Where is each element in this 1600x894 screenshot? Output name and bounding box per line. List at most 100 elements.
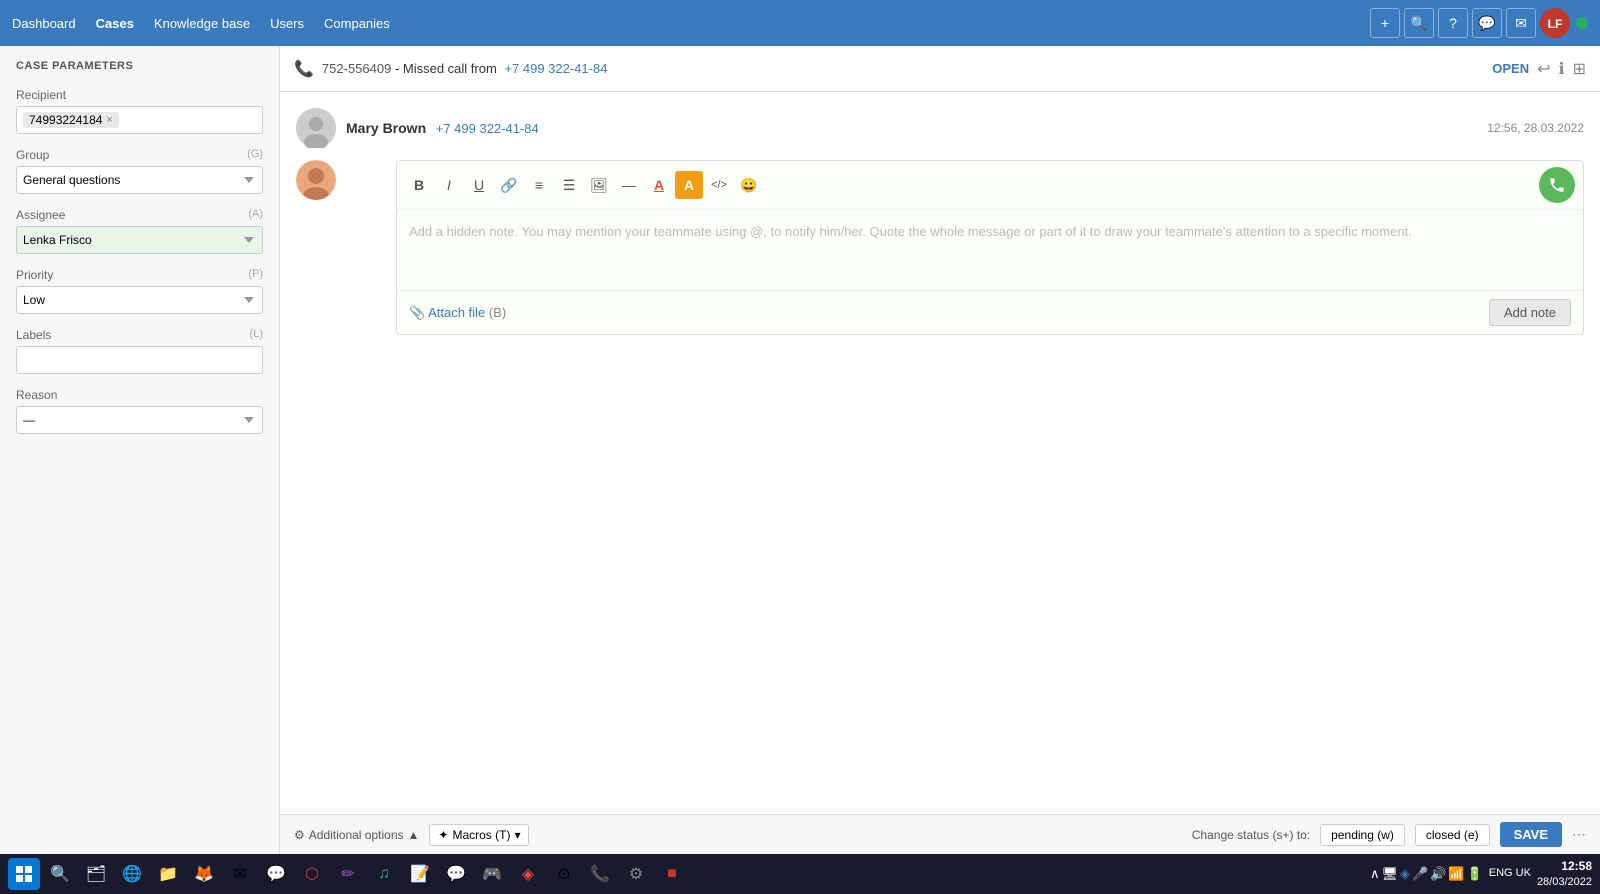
unordered-list-button[interactable]: ☰ [555, 171, 583, 199]
tray-icons: ∧ 🖥 ◈ 🎤 🔊 📶 🔋 [1370, 866, 1483, 882]
history-icon[interactable]: ↩ [1537, 59, 1550, 79]
taskbar: 🔍 🗂 🌐 📁 🦊 ✉ 💬 ⬡ ✏ ♫ 📝 💬 🎮 ◈ ⊙ 📞 ⚙ ■ ∧ 🖥 … [0, 854, 1600, 894]
recipient-label: Recipient [16, 88, 263, 102]
taskbar-slack-button[interactable]: 💬 [260, 858, 292, 890]
closed-status-button[interactable]: closed (e) [1415, 824, 1490, 846]
status-dot [1576, 17, 1588, 29]
start-button[interactable] [8, 858, 40, 890]
priority-select[interactable]: Low [16, 286, 263, 314]
tray-up-arrow[interactable]: ∧ [1370, 866, 1380, 882]
italic-button[interactable]: I [435, 171, 463, 199]
sender-avatar [296, 108, 336, 148]
assignee-field: Assignee (A) Lenka Frisco [16, 208, 263, 254]
nav-knowledge-base[interactable]: Knowledge base [154, 16, 250, 31]
sender-info: Mary Brown +7 499 322-41-84 [346, 120, 539, 136]
taskbar-gaming-button[interactable]: 🎮 [476, 858, 508, 890]
taskbar-firefox-button[interactable]: 🦊 [188, 858, 220, 890]
case-area: 📞 752-556409 - Missed call from +7 499 3… [280, 46, 1600, 854]
case-header-actions: ↩ ℹ ⊞ [1537, 59, 1586, 79]
search-button[interactable]: 🔍 [1404, 8, 1434, 38]
tray-dropbox-icon[interactable]: ◈ [1400, 866, 1410, 882]
attach-file-link[interactable]: Attach file [428, 305, 485, 320]
macros-dropdown[interactable]: ✦ Macros (T) ▾ [429, 824, 529, 846]
taskbar-files-button[interactable]: 🗂 [80, 858, 112, 890]
group-field: Group (G) General questions [16, 148, 263, 194]
clock-display: 12:58 28/03/2022 [1537, 859, 1592, 889]
call-button[interactable] [1539, 167, 1575, 203]
tray-network-icon[interactable]: 🖥 [1381, 866, 1398, 882]
macros-icon: ✦ [438, 828, 448, 842]
chat-button[interactable]: 💬 [1472, 8, 1502, 38]
save-options-icon[interactable]: ⋯ [1572, 826, 1586, 843]
bg-color-button[interactable]: A [675, 171, 703, 199]
labels-input[interactable] [16, 346, 263, 374]
locale-display: ENG UK [1489, 866, 1531, 881]
nav-dashboard[interactable]: Dashboard [12, 16, 76, 31]
assignee-select[interactable]: Lenka Frisco [16, 226, 263, 254]
topnav: Dashboard Cases Knowledge base Users Com… [0, 0, 1600, 46]
taskbar-tray: ∧ 🖥 ◈ 🎤 🔊 📶 🔋 ENG UK 12:58 28/03/2022 [1370, 859, 1592, 889]
group-label: Group (G) [16, 148, 263, 162]
ordered-list-button[interactable]: ≡ [525, 171, 553, 199]
avatar[interactable]: LF [1540, 8, 1570, 38]
taskbar-messenger-button[interactable]: 💬 [440, 858, 472, 890]
taskbar-figma-button[interactable]: ◈ [512, 858, 544, 890]
expand-icon[interactable]: ⊞ [1573, 59, 1586, 79]
tray-mic-icon[interactable]: 🎤 [1412, 866, 1428, 882]
code-button[interactable]: </> [705, 171, 733, 199]
info-icon[interactable]: ℹ [1559, 59, 1565, 79]
recipient-tag-remove[interactable]: × [106, 114, 112, 126]
taskbar-search-button[interactable]: 🔍 [44, 858, 76, 890]
case-header-info: 752-556409 - Missed call from +7 499 322… [322, 61, 1484, 76]
tray-wifi-icon[interactable]: 📶 [1448, 866, 1464, 882]
font-color-button[interactable]: A [645, 171, 673, 199]
nav-companies[interactable]: Companies [324, 16, 390, 31]
help-button[interactable]: ? [1438, 8, 1468, 38]
case-header: 📞 752-556409 - Missed call from +7 499 3… [280, 46, 1600, 92]
note-editor-row: B I U 🔗 ≡ ☰ 🖼 — A A </> 😀 [296, 160, 1584, 335]
recipient-input[interactable]: 74993224184 × [16, 106, 263, 134]
note-toolbar: B I U 🔗 ≡ ☰ 🖼 — A A </> 😀 [397, 161, 1583, 210]
message-area: Mary Brown +7 499 322-41-84 12:56, 28.03… [280, 92, 1600, 814]
image-button[interactable]: 🖼 [585, 171, 613, 199]
note-footer: 📎 Attach file (B) Add note [397, 290, 1583, 334]
open-status-badge: OPEN [1492, 61, 1529, 76]
emoji-button[interactable]: 😀 [735, 171, 763, 199]
svg-text:LF: LF [1548, 17, 1563, 31]
taskbar-mail-button[interactable]: ✉ [224, 858, 256, 890]
bold-button[interactable]: B [405, 171, 433, 199]
settings-icon: ⚙ [294, 828, 305, 842]
taskbar-edge-button[interactable]: 🌐 [116, 858, 148, 890]
pending-status-button[interactable]: pending (w) [1320, 824, 1405, 846]
email-button[interactable]: ✉ [1506, 8, 1536, 38]
nav-cases[interactable]: Cases [96, 16, 134, 31]
group-select[interactable]: General questions [16, 166, 263, 194]
tray-volume-icon[interactable]: 🔊 [1430, 866, 1446, 882]
main-layout: CASE PARAMETERS Recipient 74993224184 × … [0, 46, 1600, 854]
taskbar-pen-button[interactable]: ✏ [332, 858, 364, 890]
link-button[interactable]: 🔗 [495, 171, 523, 199]
divider-button[interactable]: — [615, 171, 643, 199]
reason-select[interactable]: — [16, 406, 263, 434]
additional-options-link[interactable]: ⚙ Additional options ▲ [294, 828, 419, 842]
taskbar-phone-button[interactable]: 📞 [584, 858, 616, 890]
taskbar-notes-button[interactable]: 📝 [404, 858, 436, 890]
taskbar-explorer-button[interactable]: 📁 [152, 858, 184, 890]
note-body[interactable]: Add a hidden note. You may mention your … [397, 210, 1583, 290]
underline-button[interactable]: U [465, 171, 493, 199]
tray-battery-icon: 🔋 [1467, 866, 1483, 882]
nav-users[interactable]: Users [270, 16, 304, 31]
taskbar-chrome-button[interactable]: ⊙ [548, 858, 580, 890]
taskbar-settings-button[interactable]: ⚙ [620, 858, 652, 890]
add-note-button[interactable]: Add note [1489, 299, 1571, 326]
reason-label: Reason [16, 388, 263, 402]
reason-field: Reason — [16, 388, 263, 434]
taskbar-office-button[interactable]: ⬡ [296, 858, 328, 890]
add-button[interactable]: + [1370, 8, 1400, 38]
labels-field: Labels (L) [16, 328, 263, 374]
priority-label: Priority (P) [16, 268, 263, 282]
taskbar-spotify-button[interactable]: ♫ [368, 858, 400, 890]
save-button[interactable]: SAVE [1500, 822, 1562, 847]
taskbar-redapp-button[interactable]: ■ [656, 858, 688, 890]
assignee-label: Assignee (A) [16, 208, 263, 222]
